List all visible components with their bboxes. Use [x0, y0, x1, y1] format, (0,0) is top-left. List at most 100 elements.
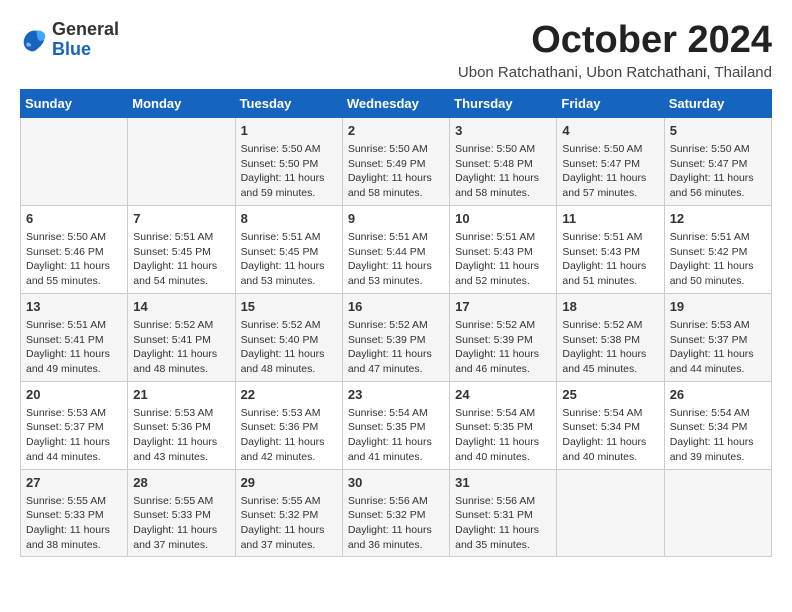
- day-info: Sunrise: 5:50 AM Sunset: 5:47 PM Dayligh…: [562, 142, 658, 201]
- calendar-body: 1Sunrise: 5:50 AM Sunset: 5:50 PM Daylig…: [21, 117, 772, 557]
- weekday-header-saturday: Saturday: [664, 89, 771, 117]
- day-info: Sunrise: 5:51 AM Sunset: 5:45 PM Dayligh…: [241, 230, 337, 289]
- calendar-cell: 12 Sunrise: 5:51 AM Sunset: 5:42 PM Dayli…: [664, 205, 771, 293]
- day-number: 8: [241, 210, 337, 228]
- calendar-cell: 30Sunrise: 5:56 AM Sunset: 5:32 PM Dayli…: [342, 469, 449, 557]
- calendar-cell: 8 Sunrise: 5:51 AM Sunset: 5:45 PM Daylig…: [235, 205, 342, 293]
- title-block: October 2024 Ubon Ratchathani, Ubon Ratc…: [458, 20, 772, 81]
- calendar-week-row: 20 Sunrise: 5:53 AM Sunset: 5:37 PM Dayli…: [21, 381, 772, 469]
- day-info: Sunrise: 5:54 AM Sunset: 5:34 PM Dayligh…: [562, 406, 658, 465]
- calendar-table: SundayMondayTuesdayWednesdayThursdayFrid…: [20, 89, 772, 558]
- day-info: Sunrise: 5:52 AM Sunset: 5:39 PM Dayligh…: [455, 318, 551, 377]
- calendar-cell: 3 Sunrise: 5:50 AM Sunset: 5:48 PM Daylig…: [450, 117, 557, 205]
- calendar-cell: 2 Sunrise: 5:50 AM Sunset: 5:49 PM Daylig…: [342, 117, 449, 205]
- weekday-header-thursday: Thursday: [450, 89, 557, 117]
- calendar-cell: 16 Sunrise: 5:52 AM Sunset: 5:39 PM Dayli…: [342, 293, 449, 381]
- day-number: 4: [562, 122, 658, 140]
- day-number: 12: [670, 210, 766, 228]
- day-info: Sunrise: 5:53 AM Sunset: 5:37 PM Dayligh…: [670, 318, 766, 377]
- weekday-header-tuesday: Tuesday: [235, 89, 342, 117]
- day-info: Sunrise: 5:54 AM Sunset: 5:35 PM Dayligh…: [348, 406, 444, 465]
- day-info: Sunrise: 5:50 AM Sunset: 5:49 PM Dayligh…: [348, 142, 444, 201]
- day-info: Sunrise: 5:50 AM Sunset: 5:46 PM Dayligh…: [26, 230, 122, 289]
- calendar-cell: 24Sunrise: 5:54 AM Sunset: 5:35 PM Dayli…: [450, 381, 557, 469]
- calendar-cell: 17 Sunrise: 5:52 AM Sunset: 5:39 PM Dayli…: [450, 293, 557, 381]
- day-number: 22: [241, 386, 337, 404]
- day-info: Sunrise: 5:51 AM Sunset: 5:44 PM Dayligh…: [348, 230, 444, 289]
- day-info: Sunrise: 5:53 AM Sunset: 5:37 PM Dayligh…: [26, 406, 122, 465]
- day-number: 19: [670, 298, 766, 316]
- day-number: 10: [455, 210, 551, 228]
- calendar-header: SundayMondayTuesdayWednesdayThursdayFrid…: [21, 89, 772, 117]
- calendar-cell: 23 Sunrise: 5:54 AM Sunset: 5:35 PM Dayli…: [342, 381, 449, 469]
- calendar-cell: 11 Sunrise: 5:51 AM Sunset: 5:43 PM Dayli…: [557, 205, 664, 293]
- day-number: 15: [241, 298, 337, 316]
- page-header: General Blue October 2024 Ubon Ratchatha…: [20, 20, 772, 81]
- location-subtitle: Ubon Ratchathani, Ubon Ratchathani, Thai…: [458, 64, 772, 81]
- day-number: 21: [133, 386, 229, 404]
- calendar-cell: [557, 469, 664, 557]
- calendar-cell: [664, 469, 771, 557]
- calendar-cell: 18Sunrise: 5:52 AM Sunset: 5:38 PM Dayli…: [557, 293, 664, 381]
- calendar-cell: 9 Sunrise: 5:51 AM Sunset: 5:44 PM Daylig…: [342, 205, 449, 293]
- day-info: Sunrise: 5:52 AM Sunset: 5:41 PM Dayligh…: [133, 318, 229, 377]
- day-info: Sunrise: 5:52 AM Sunset: 5:39 PM Dayligh…: [348, 318, 444, 377]
- day-number: 20: [26, 386, 122, 404]
- day-info: Sunrise: 5:51 AM Sunset: 5:43 PM Dayligh…: [455, 230, 551, 289]
- day-info: Sunrise: 5:50 AM Sunset: 5:50 PM Dayligh…: [241, 142, 337, 201]
- calendar-cell: 25 Sunrise: 5:54 AM Sunset: 5:34 PM Dayli…: [557, 381, 664, 469]
- calendar-cell: 21 Sunrise: 5:53 AM Sunset: 5:36 PM Dayli…: [128, 381, 235, 469]
- calendar-cell: 22 Sunrise: 5:53 AM Sunset: 5:36 PM Dayli…: [235, 381, 342, 469]
- day-info: Sunrise: 5:50 AM Sunset: 5:48 PM Dayligh…: [455, 142, 551, 201]
- calendar-cell: 14 Sunrise: 5:52 AM Sunset: 5:41 PM Dayli…: [128, 293, 235, 381]
- day-info: Sunrise: 5:55 AM Sunset: 5:33 PM Dayligh…: [26, 494, 122, 553]
- weekday-header-sunday: Sunday: [21, 89, 128, 117]
- day-info: Sunrise: 5:56 AM Sunset: 5:31 PM Dayligh…: [455, 494, 551, 553]
- day-info: Sunrise: 5:53 AM Sunset: 5:36 PM Dayligh…: [133, 406, 229, 465]
- day-number: 9: [348, 210, 444, 228]
- day-info: Sunrise: 5:53 AM Sunset: 5:36 PM Dayligh…: [241, 406, 337, 465]
- day-number: 14: [133, 298, 229, 316]
- calendar-cell: 31 Sunrise: 5:56 AM Sunset: 5:31 PM Dayli…: [450, 469, 557, 557]
- day-info: Sunrise: 5:52 AM Sunset: 5:38 PM Dayligh…: [562, 318, 658, 377]
- day-number: 13: [26, 298, 122, 316]
- day-info: Sunrise: 5:51 AM Sunset: 5:42 PM Dayligh…: [670, 230, 766, 289]
- day-number: 3: [455, 122, 551, 140]
- logo: General Blue: [20, 20, 119, 60]
- calendar-cell: 13 Sunrise: 5:51 AM Sunset: 5:41 PM Dayli…: [21, 293, 128, 381]
- day-info: Sunrise: 5:51 AM Sunset: 5:43 PM Dayligh…: [562, 230, 658, 289]
- day-number: 17: [455, 298, 551, 316]
- weekday-header-monday: Monday: [128, 89, 235, 117]
- weekday-header-row: SundayMondayTuesdayWednesdayThursdayFrid…: [21, 89, 772, 117]
- day-info: Sunrise: 5:56 AM Sunset: 5:32 PM Dayligh…: [348, 494, 444, 553]
- day-number: 23: [348, 386, 444, 404]
- calendar-cell: 6Sunrise: 5:50 AM Sunset: 5:46 PM Daylig…: [21, 205, 128, 293]
- calendar-cell: [21, 117, 128, 205]
- day-info: Sunrise: 5:51 AM Sunset: 5:45 PM Dayligh…: [133, 230, 229, 289]
- day-number: 2: [348, 122, 444, 140]
- calendar-cell: 4 Sunrise: 5:50 AM Sunset: 5:47 PM Daylig…: [557, 117, 664, 205]
- calendar-cell: 26Sunrise: 5:54 AM Sunset: 5:34 PM Dayli…: [664, 381, 771, 469]
- day-info: Sunrise: 5:52 AM Sunset: 5:40 PM Dayligh…: [241, 318, 337, 377]
- day-number: 7: [133, 210, 229, 228]
- day-info: Sunrise: 5:51 AM Sunset: 5:41 PM Dayligh…: [26, 318, 122, 377]
- calendar-week-row: 13 Sunrise: 5:51 AM Sunset: 5:41 PM Dayli…: [21, 293, 772, 381]
- calendar-cell: 20 Sunrise: 5:53 AM Sunset: 5:37 PM Dayli…: [21, 381, 128, 469]
- calendar-cell: 10 Sunrise: 5:51 AM Sunset: 5:43 PM Dayli…: [450, 205, 557, 293]
- logo-text: General Blue: [52, 20, 119, 60]
- day-number: 31: [455, 474, 551, 492]
- day-number: 26: [670, 386, 766, 404]
- day-number: 29: [241, 474, 337, 492]
- calendar-week-row: 1Sunrise: 5:50 AM Sunset: 5:50 PM Daylig…: [21, 117, 772, 205]
- calendar-cell: 5Sunrise: 5:50 AM Sunset: 5:47 PM Daylig…: [664, 117, 771, 205]
- calendar-cell: 19 Sunrise: 5:53 AM Sunset: 5:37 PM Dayli…: [664, 293, 771, 381]
- day-number: 11: [562, 210, 658, 228]
- calendar-cell: 28Sunrise: 5:55 AM Sunset: 5:33 PM Dayli…: [128, 469, 235, 557]
- day-number: 16: [348, 298, 444, 316]
- day-number: 28: [133, 474, 229, 492]
- calendar-cell: 29Sunrise: 5:55 AM Sunset: 5:32 PM Dayli…: [235, 469, 342, 557]
- day-number: 25: [562, 386, 658, 404]
- calendar-cell: 27 Sunrise: 5:55 AM Sunset: 5:33 PM Dayli…: [21, 469, 128, 557]
- day-number: 27: [26, 474, 122, 492]
- day-info: Sunrise: 5:54 AM Sunset: 5:35 PM Dayligh…: [455, 406, 551, 465]
